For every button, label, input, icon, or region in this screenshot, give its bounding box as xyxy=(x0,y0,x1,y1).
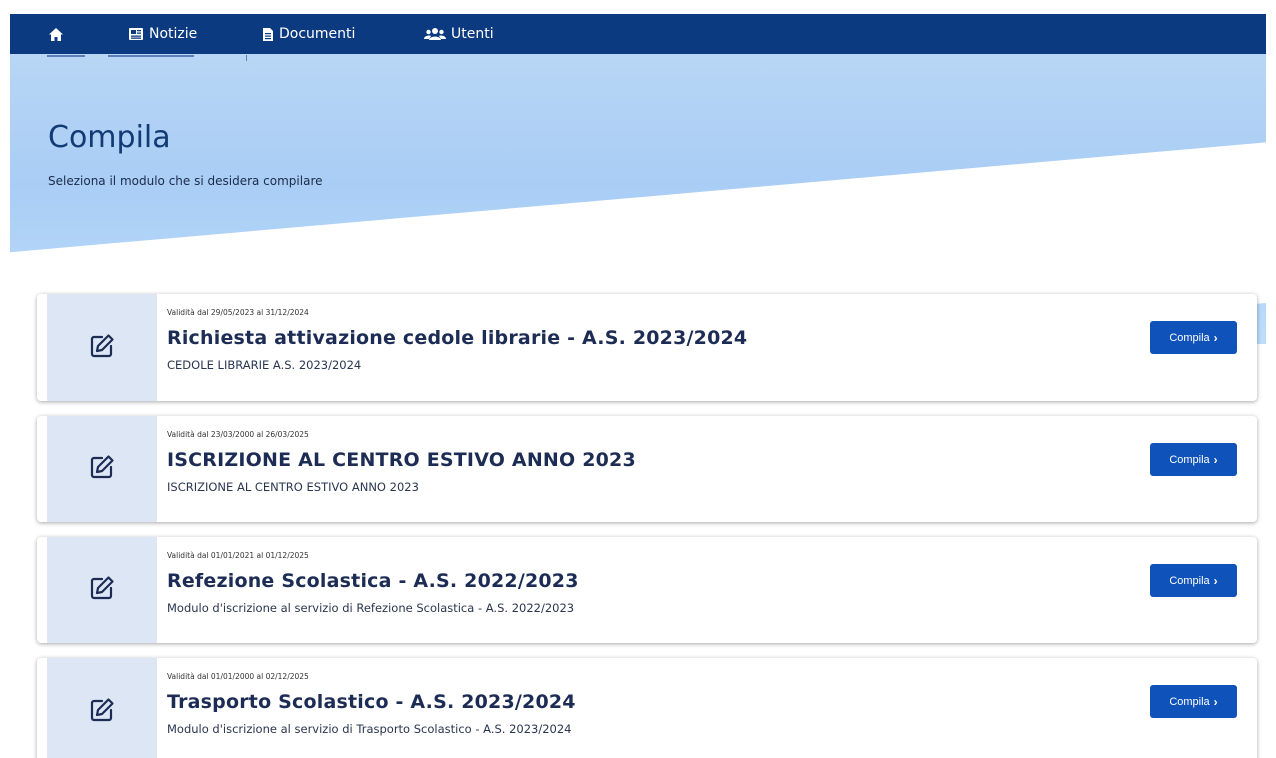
card-validity: Validità dal 23/03/2000 al 26/03/2025 xyxy=(167,430,309,439)
nav-documenti[interactable]: Documenti xyxy=(262,14,355,54)
nav-documenti-label: Documenti xyxy=(279,26,356,42)
users-icon xyxy=(424,27,446,41)
page-title: Compila xyxy=(48,120,171,155)
compila-button[interactable]: Compila › xyxy=(1150,564,1237,597)
nav-notizie-label: Notizie xyxy=(149,26,198,42)
nav-notizie[interactable]: Notizie xyxy=(128,14,197,54)
card-title: Refezione Scolastica - A.S. 2022/2023 xyxy=(167,570,579,592)
compila-button[interactable]: Compila › xyxy=(1150,685,1237,718)
compila-button[interactable]: Compila › xyxy=(1150,321,1237,354)
card-body: Validità dal 29/05/2023 al 31/12/2024 Ri… xyxy=(157,294,1257,401)
card-icon-panel xyxy=(47,294,157,401)
card-icon-panel xyxy=(47,537,157,643)
card-body: Validità dal 23/03/2000 al 26/03/2025 IS… xyxy=(157,416,1257,522)
compila-button-label: Compila xyxy=(1169,574,1210,587)
chevron-right-icon: › xyxy=(1213,694,1218,709)
card-validity: Validità dal 01/01/2000 al 02/12/2025 xyxy=(167,672,309,681)
chevron-right-icon: › xyxy=(1213,452,1218,467)
form-card: Validità dal 29/05/2023 al 31/12/2024 Ri… xyxy=(37,294,1257,401)
home-icon xyxy=(48,27,64,42)
card-description: CEDOLE LIBRARIE A.S. 2023/2024 xyxy=(167,358,362,372)
card-description: Modulo d'iscrizione al servizio di Refez… xyxy=(167,601,575,615)
newspaper-icon xyxy=(128,27,144,41)
document-icon xyxy=(262,27,274,42)
card-icon-panel xyxy=(47,658,157,758)
form-card: Validità dal 01/01/2000 al 02/12/2025 Tr… xyxy=(37,658,1257,758)
compila-button-label: Compila xyxy=(1169,695,1210,708)
card-body: Validità dal 01/01/2000 al 02/12/2025 Tr… xyxy=(157,658,1257,758)
card-title: Richiesta attivazione cedole librarie - … xyxy=(167,327,748,349)
chevron-right-icon: › xyxy=(1213,573,1218,588)
card-title: Trasporto Scolastico - A.S. 2023/2024 xyxy=(167,691,576,713)
card-validity: Validità dal 29/05/2023 al 31/12/2024 xyxy=(167,308,309,317)
compila-button-label: Compila xyxy=(1169,331,1210,344)
card-description: ISCRIZIONE AL CENTRO ESTIVO ANNO 2023 xyxy=(167,480,419,494)
compila-button[interactable]: Compila › xyxy=(1150,443,1237,476)
card-body: Validità dal 01/01/2021 al 01/12/2025 Re… xyxy=(157,537,1257,643)
edit-icon xyxy=(89,697,115,727)
page-subtitle: Seleziona il modulo che si desidera comp… xyxy=(48,174,323,188)
top-navbar: Notizie Documenti Utenti xyxy=(10,14,1266,54)
form-card: Validità dal 01/01/2021 al 01/12/2025 Re… xyxy=(37,537,1257,643)
card-description: Modulo d'iscrizione al servizio di Trasp… xyxy=(167,722,572,736)
compila-button-label: Compila xyxy=(1169,453,1210,466)
nav-home[interactable] xyxy=(48,14,69,54)
card-title: ISCRIZIONE AL CENTRO ESTIVO ANNO 2023 xyxy=(167,449,636,471)
card-validity: Validità dal 01/01/2021 al 01/12/2025 xyxy=(167,551,309,560)
edit-icon xyxy=(89,454,115,484)
nav-utenti-label: Utenti xyxy=(451,26,494,42)
edit-icon xyxy=(89,575,115,605)
card-icon-panel xyxy=(47,416,157,522)
chevron-right-icon: › xyxy=(1213,330,1218,345)
nav-utenti[interactable]: Utenti xyxy=(424,14,494,54)
edit-icon xyxy=(89,333,115,363)
form-card: Validità dal 23/03/2000 al 26/03/2025 IS… xyxy=(37,416,1257,522)
